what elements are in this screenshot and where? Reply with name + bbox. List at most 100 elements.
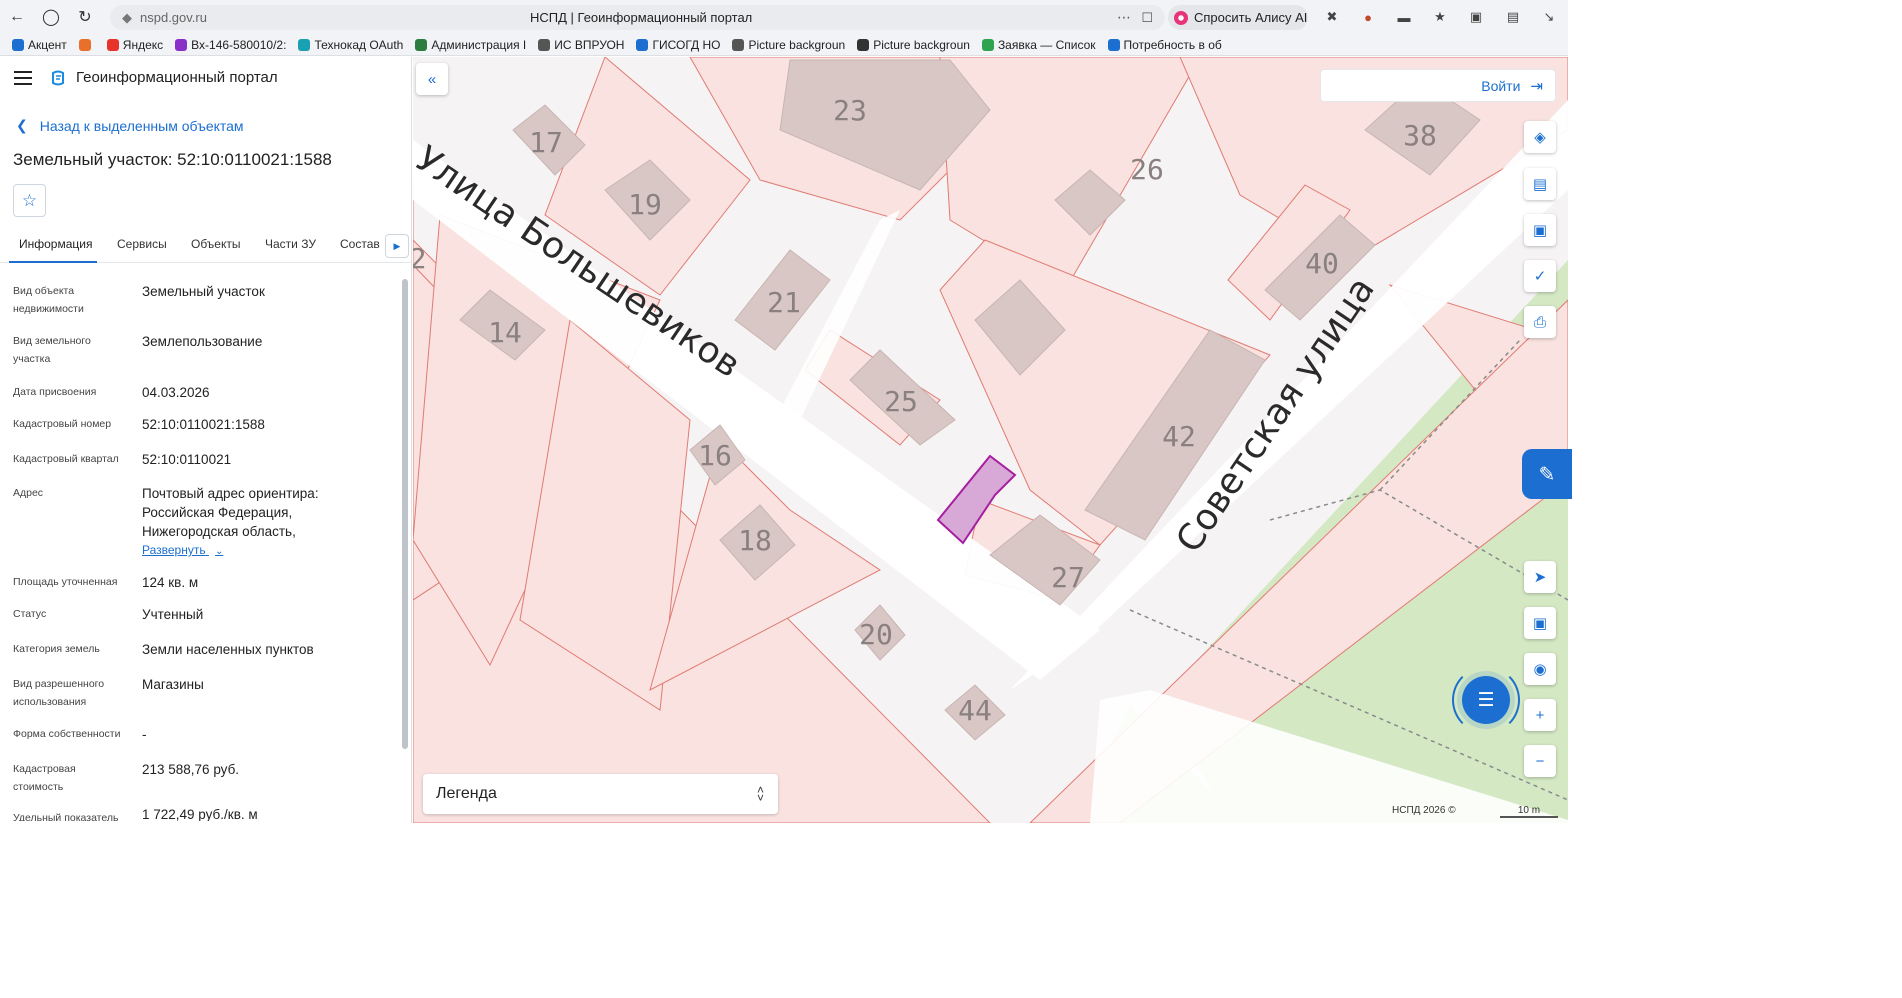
bookmark-item[interactable]: Потребность в об	[1107, 37, 1222, 52]
bookmark-icon	[538, 38, 551, 51]
extension-icon[interactable]: ▬	[1395, 8, 1413, 26]
bookmark-label: Технокад OAuth	[314, 37, 404, 52]
field-label: Площадь уточненная	[13, 576, 118, 588]
bookmark-icon[interactable]: ☐	[1141, 10, 1153, 26]
bookmark-item[interactable]: ГИСОГД НО	[636, 38, 720, 52]
object-info-panel: Геоинформационный портал ❮ Назад к выдел…	[0, 57, 412, 823]
bookmark-item[interactable]: Технокад OAuth	[298, 38, 403, 52]
field-label: Адрес	[13, 487, 44, 499]
field-value: 124 кв. м	[142, 575, 199, 590]
extension-icon[interactable]: ▤	[1504, 8, 1522, 26]
house-number-label: 25	[884, 385, 918, 418]
panel-scrollbar[interactable]	[402, 279, 408, 749]
bookmark-item[interactable]: Заявка — Список	[981, 38, 1096, 52]
address-bar[interactable]: ◆ nspd.gov.ru НСПД | Геоинформационный п…	[110, 5, 1165, 30]
reload-icon[interactable]: ↻	[68, 0, 102, 34]
measure-button[interactable]: ▤	[1524, 168, 1556, 200]
bookmark-item[interactable]: Picture backgroun	[857, 38, 970, 52]
field-value: 1 722,49 руб./кв. м	[142, 809, 258, 821]
tab-information[interactable]: Информация	[19, 237, 92, 251]
minimap-icon: ▣	[1532, 615, 1548, 632]
field-label: Кадастровый номер	[13, 418, 112, 430]
bookmark-item[interactable]	[78, 38, 95, 51]
shield-icon: ◆	[122, 9, 132, 25]
field-label: Дата присвоения	[13, 386, 97, 398]
bookmark-icon	[981, 38, 994, 51]
extension-icon[interactable]: ✖	[1323, 8, 1341, 26]
back-arrow-icon[interactable]: ←	[0, 0, 34, 34]
tab-composition[interactable]: Состав	[340, 237, 380, 251]
legend-label: Легенда	[436, 785, 497, 802]
bookmark-item[interactable]: Picture backgroun	[732, 38, 845, 52]
bookmark-label: Picture backgroun	[873, 37, 970, 52]
alice-icon	[1174, 10, 1188, 25]
field-label: Кадастровый квартал	[13, 453, 119, 465]
house-number-label: 40	[1305, 247, 1339, 280]
zoom-out-button[interactable]: −	[1524, 745, 1556, 777]
bookmark-item[interactable]: Яндекс	[106, 38, 163, 52]
double-chevron-left-icon: «	[427, 70, 437, 88]
print-button[interactable]: ⎙	[1524, 306, 1556, 338]
url-text[interactable]: nspd.gov.ru	[140, 10, 207, 25]
field-label: Категория земель	[13, 643, 100, 655]
more-icon[interactable]: ⋯	[1117, 9, 1131, 26]
minimap-button[interactable]: ▣	[1524, 607, 1556, 639]
locate-button[interactable]: ◉	[1524, 653, 1556, 685]
login-label: Войти	[1481, 77, 1521, 94]
area-search-button[interactable]: ▣	[1524, 214, 1556, 246]
house-number-label: 23	[833, 94, 867, 127]
bookmark-label: Потребность в об	[1123, 37, 1222, 52]
alice-label: Спросить Алису AI	[1194, 10, 1308, 25]
puzzle-icon[interactable]: ★	[1431, 8, 1449, 26]
layers-button[interactable]: ◈	[1524, 121, 1556, 153]
expand-address-link[interactable]: Развернуть ⌄	[142, 543, 223, 557]
login-button[interactable]: Войти ⇥	[1320, 69, 1556, 102]
extension-icon[interactable]: ●	[1359, 8, 1377, 26]
house-number-label: 18	[738, 524, 772, 557]
bookmark-item[interactable]: Администрация I	[415, 38, 526, 52]
share-button[interactable]: ✓	[1524, 260, 1556, 292]
house-number-label: 19	[628, 188, 662, 221]
tab-services[interactable]: Сервисы	[117, 237, 167, 251]
tabs-next-button[interactable]: ▶	[385, 234, 409, 258]
chevron-right-icon: ▶	[393, 240, 401, 251]
map-copyright: НСПД 2026 ©	[1392, 805, 1456, 816]
favorite-button[interactable]: ☆	[13, 184, 46, 217]
panel-header: Геоинформационный портал	[14, 69, 278, 86]
field-value: 52:10:0110021	[142, 452, 232, 467]
plus-icon: +	[1535, 706, 1545, 724]
login-icon: ⇥	[1530, 77, 1543, 95]
bookmark-item[interactable]: Акцент	[12, 38, 67, 52]
chat-button[interactable]: ☰	[1462, 676, 1510, 724]
map-canvas[interactable]: 23 17 19 26 38 40 21 14 25 42 16 18 27 2…	[413, 57, 1568, 823]
house-number-label: 27	[1051, 561, 1085, 594]
collections-icon[interactable]: ▣	[1467, 8, 1485, 26]
yandex-icon[interactable]: ◯	[34, 0, 68, 34]
bookmark-label: ИС ВПРУОН	[554, 37, 625, 52]
alice-button[interactable]: Спросить Алису AI	[1168, 5, 1308, 30]
portal-logo-icon	[52, 70, 64, 85]
cadastral-map[interactable]: 23 17 19 26 38 40 21 14 25 42 16 18 27 2…	[413, 57, 1568, 823]
legend-dropdown[interactable]: Легенда ˄ ˅	[423, 774, 778, 814]
geolocation-button[interactable]: ➤	[1524, 561, 1556, 593]
zoom-in-button[interactable]: +	[1524, 699, 1556, 731]
bookmark-item[interactable]: Вх-146-580010/2:	[175, 38, 286, 52]
field-value: 04.03.2026	[142, 385, 210, 400]
chat-icon: ☰	[1477, 689, 1495, 711]
tab-objects[interactable]: Объекты	[191, 237, 241, 251]
object-title: Земельный участок: 52:10:0110021:1588	[13, 150, 332, 169]
downloads-icon[interactable]: ↘	[1540, 8, 1558, 26]
collapse-panel-button[interactable]: «	[416, 63, 448, 95]
feedback-button[interactable]: ✎	[1522, 449, 1572, 499]
tab-parts[interactable]: Части ЗУ	[265, 237, 316, 251]
back-to-selection-link[interactable]: ❮ Назад к выделенным объектам	[16, 117, 244, 134]
map-scale: 10 m	[1500, 806, 1558, 818]
menu-icon[interactable]	[14, 70, 32, 85]
field-label: Вид земельного участка	[13, 335, 91, 365]
chevron-down-icon: ⌄	[214, 546, 224, 557]
field-label: Вид объекта недвижимости	[13, 285, 84, 315]
bookmark-item[interactable]: ИС ВПРУОН	[538, 38, 624, 52]
bookmark-icon	[636, 38, 649, 51]
house-number-label: 26	[1130, 153, 1164, 186]
bookmark-icon	[1107, 38, 1120, 51]
